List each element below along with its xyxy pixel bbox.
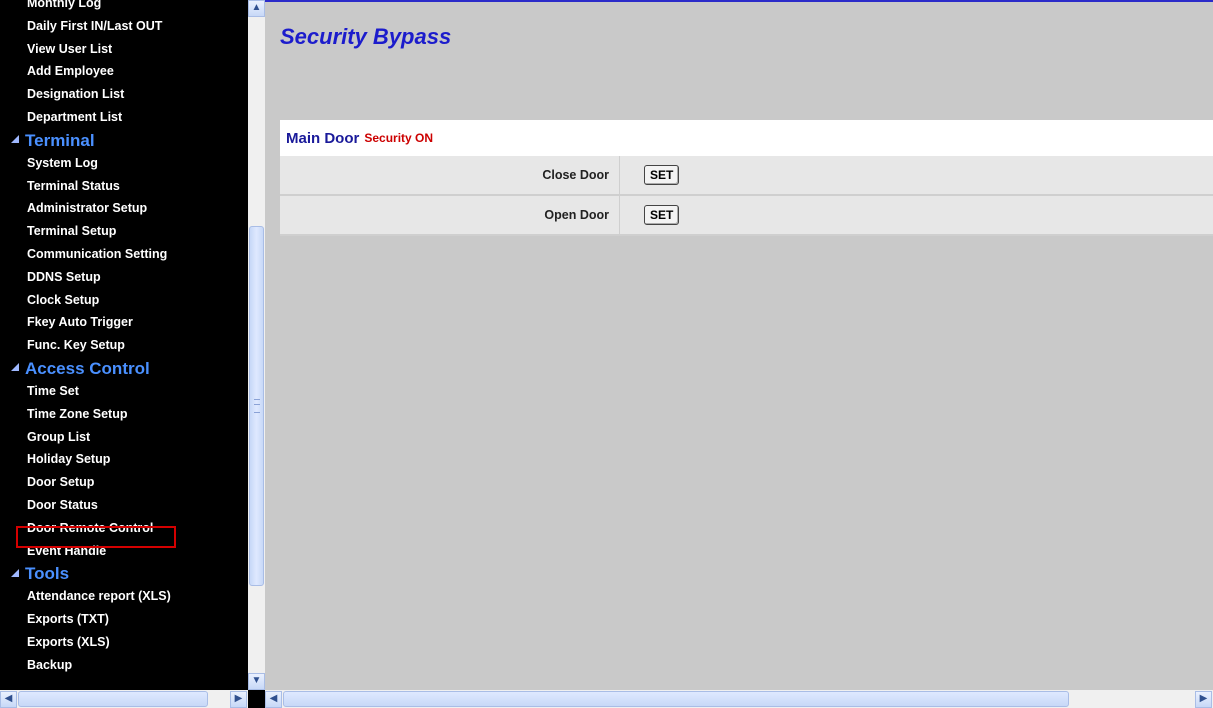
sidebar-item-door-status[interactable]: Door Status: [0, 494, 248, 517]
sidebar-menu: Monthly Log Daily First IN/Last OUT View U…: [0, 0, 248, 690]
sidebar-item-holiday-setup[interactable]: Holiday Setup: [0, 448, 248, 471]
sidebar-item-time-zone-setup[interactable]: Time Zone Setup: [0, 403, 248, 426]
scroll-left-icon[interactable]: ◀: [265, 691, 282, 708]
collapse-triangle-icon: [11, 363, 19, 372]
hscroll-thumb[interactable]: [283, 691, 1069, 707]
sidebar-item-attendance-report-xls[interactable]: Attendance report (XLS): [0, 585, 248, 608]
sidebar-section-label: Access Control: [25, 358, 150, 378]
door-control-table: Main Door Security ON Close Door SET Ope…: [280, 120, 1213, 236]
sidebar-item-time-set[interactable]: Time Set: [0, 380, 248, 403]
close-door-label: Close Door: [280, 156, 620, 194]
sidebar-list: Monthly Log Daily First IN/Last OUT View U…: [0, 0, 248, 677]
collapse-triangle-icon: [11, 135, 19, 144]
sidebar-item-group-list[interactable]: Group List: [0, 426, 248, 449]
open-door-set-button[interactable]: SET: [644, 205, 680, 225]
sidebar-item-backup[interactable]: Backup: [0, 654, 248, 677]
collapse-triangle-icon: [11, 568, 19, 577]
sidebar-item-clock-setup[interactable]: Clock Setup: [0, 289, 248, 312]
scroll-right-icon[interactable]: ▶: [1195, 691, 1212, 708]
sidebar-item-daily-first-in-last-out[interactable]: Daily First IN/Last OUT: [0, 15, 248, 38]
sidebar-item-department-list[interactable]: Department List: [0, 106, 248, 129]
content-frame: Security Bypass Main Door Security ON Cl…: [265, 0, 1213, 690]
sidebar-item-monthly-log[interactable]: Monthly Log: [0, 0, 248, 15]
scroll-up-icon[interactable]: ▲: [248, 0, 265, 17]
scroll-right-icon[interactable]: ▶: [230, 691, 247, 708]
sidebar-section-label: Terminal: [25, 130, 95, 150]
sidebar-item-exports-txt[interactable]: Exports (TXT): [0, 608, 248, 631]
sidebar-item-exports-xls[interactable]: Exports (XLS): [0, 631, 248, 654]
sidebar-section-access-control[interactable]: Access Control: [0, 357, 248, 380]
scroll-thumb[interactable]: [249, 226, 264, 586]
sidebar-horizontal-scrollbar[interactable]: ◀ ▶: [0, 690, 248, 708]
sidebar-item-door-remote-control[interactable]: Door Remote Control: [0, 517, 248, 540]
open-door-label: Open Door: [280, 196, 620, 234]
sidebar-item-terminal-setup[interactable]: Terminal Setup: [0, 220, 248, 243]
door-status-badge: Security ON: [364, 131, 434, 145]
sidebar-item-func-key-setup[interactable]: Func. Key Setup: [0, 334, 248, 357]
sidebar-item-fkey-auto-trigger[interactable]: Fkey Auto Trigger: [0, 311, 248, 334]
content-horizontal-scrollbar[interactable]: ◀ ▶: [265, 690, 1213, 708]
page-title: Security Bypass: [280, 24, 452, 49]
hscroll-thumb[interactable]: [18, 691, 208, 707]
door-header: Main Door Security ON: [280, 120, 1213, 156]
sidebar-vertical-scrollbar[interactable]: ▲ ▼: [248, 0, 265, 690]
door-name: Main Door: [286, 129, 360, 147]
sidebar-item-terminal-status[interactable]: Terminal Status: [0, 175, 248, 198]
sidebar-item-event-handle[interactable]: Event Handle: [0, 540, 248, 563]
sidebar-item-add-employee[interactable]: Add Employee: [0, 60, 248, 83]
open-door-row: Open Door SET: [280, 196, 1213, 236]
sidebar-item-system-log[interactable]: System Log: [0, 152, 248, 175]
sidebar-item-designation-list[interactable]: Designation List: [0, 83, 248, 106]
sidebar-item-administrator-setup[interactable]: Administrator Setup: [0, 197, 248, 220]
close-door-set-button[interactable]: SET: [644, 165, 680, 185]
sidebar-section-label: Tools: [25, 564, 70, 584]
sidebar-item-view-user-list[interactable]: View User List: [0, 38, 248, 61]
sidebar-item-door-setup[interactable]: Door Setup: [0, 471, 248, 494]
sidebar-section-terminal[interactable]: Terminal: [0, 129, 248, 152]
sidebar-item-communication-setting[interactable]: Communication Setting: [0, 243, 248, 266]
sidebar-item-ddns-setup[interactable]: DDNS Setup: [0, 266, 248, 289]
sidebar-section-tools[interactable]: Tools: [0, 562, 248, 585]
left-frame: Monthly Log Daily First IN/Last OUT View U…: [0, 0, 265, 708]
scroll-left-icon[interactable]: ◀: [0, 691, 17, 708]
close-door-row: Close Door SET: [280, 156, 1213, 196]
scroll-down-icon[interactable]: ▼: [248, 673, 265, 690]
